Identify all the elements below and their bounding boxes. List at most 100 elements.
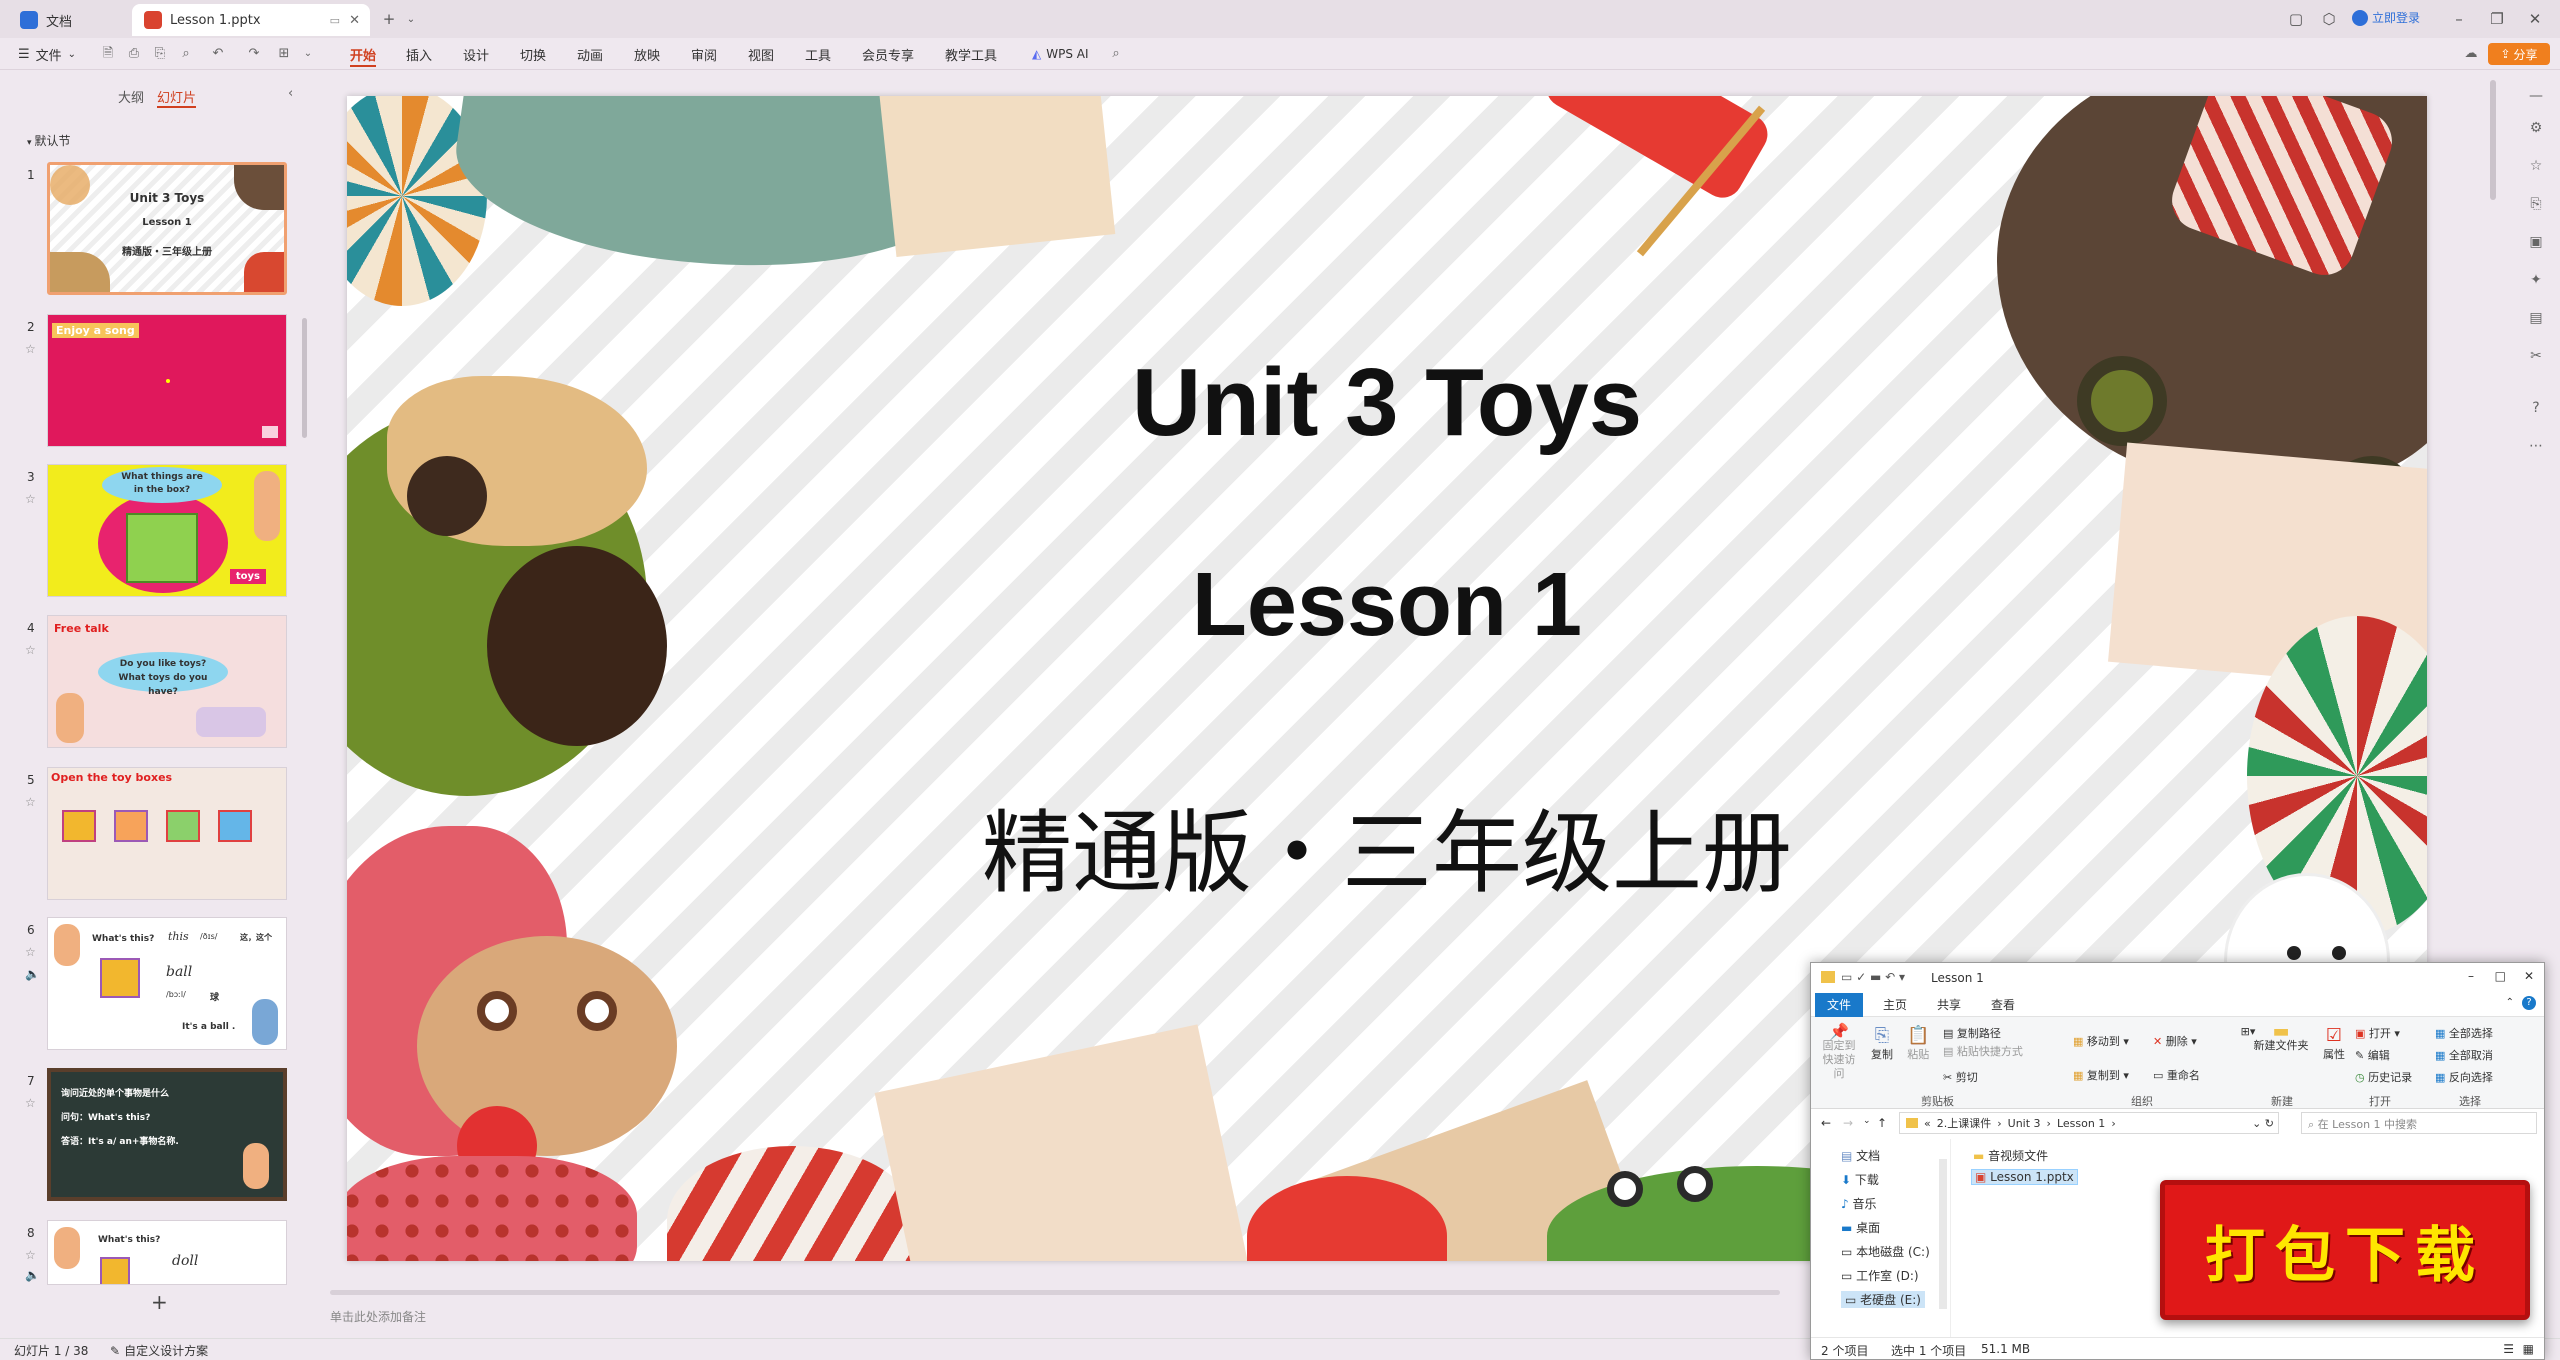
menu-animation[interactable]: 动画	[577, 38, 603, 70]
collapse-panel-icon[interactable]: ‹	[288, 86, 293, 101]
close-window-icon[interactable]: ✕	[2526, 10, 2544, 28]
star-icon[interactable]: ☆	[25, 795, 36, 809]
minimize-icon[interactable]: –	[2468, 969, 2474, 983]
history-button[interactable]: ◷ 历史记录	[2355, 1069, 2412, 1085]
image-icon[interactable]: ▣	[2527, 234, 2545, 252]
star-icon[interactable]: ☆	[2527, 158, 2545, 176]
cut-button[interactable]: ✂ 剪切	[1943, 1069, 1978, 1085]
slide-thumbnail-1[interactable]: Unit 3 Toys Lesson 1 精通版・三年级上册	[47, 162, 287, 295]
slide-thumbnail-2[interactable]: Enjoy a song	[47, 314, 287, 447]
copy-button[interactable]: ⎘ 复制	[1871, 1025, 1893, 1062]
paste-button[interactable]: 📋 粘贴	[1907, 1025, 1929, 1062]
new-folder-button[interactable]: ▬ 新建文件夹	[2251, 1023, 2311, 1053]
slide-thumbnail-6[interactable]: What's this? this /ðɪs/ 这，这个 ball /bɔːl/…	[47, 917, 287, 1050]
ribbon-tab-home[interactable]: 主页	[1871, 993, 1919, 1017]
restore-icon[interactable]: ❐	[2488, 10, 2506, 28]
tab-slides[interactable]: 幻灯片	[157, 87, 197, 108]
slide-caption[interactable]: 精通版・三年级上册	[347, 780, 2427, 910]
menu-view[interactable]: 视图	[748, 38, 774, 70]
star-icon[interactable]: ☆	[25, 1096, 36, 1110]
recent-chevron-icon[interactable]: ⌄	[1863, 1116, 1871, 1126]
nav-downloads[interactable]: ⬇ 下载	[1841, 1171, 1879, 1188]
slide-thumbnail-8[interactable]: What's this? doll	[47, 1220, 287, 1285]
slide-thumbnail-5[interactable]: Open the toy boxes	[47, 767, 287, 900]
nav-music[interactable]: ♪ 音乐	[1841, 1195, 1877, 1212]
audio-icon[interactable]: 🔈	[25, 1268, 40, 1282]
delete-button[interactable]: ✕ 删除 ▾	[2153, 1033, 2197, 1049]
properties-button[interactable]: ☑ 属性	[2323, 1025, 2345, 1062]
slide-title[interactable]: Unit 3 Toys	[347, 348, 2427, 458]
back-icon[interactable]: ←	[1821, 1116, 1831, 1130]
slide-thumbnail-4[interactable]: Free talk Do you like toys? What toys do…	[47, 615, 287, 748]
file-menu[interactable]: ☰ 文件 ⌄	[18, 38, 76, 70]
monitor-icon[interactable]: ▭	[330, 14, 340, 27]
window-switch-icon[interactable]: ▢	[2287, 10, 2305, 28]
menu-teaching-tools[interactable]: 教学工具	[945, 38, 997, 70]
slide-subtitle[interactable]: Lesson 1	[347, 554, 2427, 657]
nav-drive-c[interactable]: ▭ 本地磁盘 (C:)	[1841, 1243, 1930, 1260]
copy-path-button[interactable]: ▤ 复制路径	[1943, 1025, 2001, 1041]
tiles-view-icon[interactable]: ▦	[2523, 1342, 2534, 1356]
more-icon[interactable]: ⋯	[2527, 438, 2545, 456]
star-icon[interactable]: ☆	[25, 342, 36, 356]
breadcrumb-item[interactable]: Unit 3	[2008, 1117, 2041, 1130]
star-icon[interactable]: ☆	[25, 1248, 36, 1262]
slide-thumbnail-3[interactable]: What things are in the box? toys	[47, 464, 287, 597]
redo-icon[interactable]: ↷	[246, 46, 262, 62]
menu-design[interactable]: 设计	[463, 38, 489, 70]
slide-thumbnail-7[interactable]: 询问近处的单个事物是什么 问句：What's this? 答语：It's a/ …	[47, 1068, 287, 1201]
move-to-button[interactable]: ▦ 移动到 ▾	[2073, 1033, 2129, 1049]
edit-button[interactable]: ✎ 编辑	[2355, 1047, 2390, 1063]
file-item-folder[interactable]: ▬ 音视频文件	[1973, 1147, 2048, 1164]
rename-button[interactable]: ▭ 重命名	[2153, 1067, 2200, 1083]
share-button[interactable]: ⇪ 分享	[2488, 43, 2550, 65]
horizontal-scrollbar[interactable]	[330, 1290, 1780, 1295]
close-tab-icon[interactable]: ✕	[349, 13, 360, 28]
nav-desktop[interactable]: ▬ 桌面	[1841, 1219, 1880, 1236]
minimize-icon[interactable]: –	[2450, 10, 2468, 28]
paste-shortcut-button[interactable]: ▤ 粘贴快捷方式	[1943, 1043, 2023, 1059]
nav-scrollbar[interactable]	[1939, 1159, 1947, 1309]
tab-outline[interactable]: 大纲	[118, 87, 144, 106]
menu-transition[interactable]: 切换	[520, 38, 546, 70]
login-button[interactable]: 立即登录	[2352, 9, 2420, 26]
menu-member[interactable]: 会员专享	[862, 38, 914, 70]
save-icon[interactable]: 🗎	[100, 46, 116, 62]
cube-icon[interactable]: ⬡	[2320, 10, 2338, 28]
menu-home[interactable]: 开始	[350, 38, 377, 70]
tab-lesson-pptx[interactable]: Lesson 1.pptx ▭ ✕	[132, 4, 370, 36]
tools-icon[interactable]: ✂	[2527, 348, 2545, 366]
tab-docs[interactable]: 文档	[8, 4, 130, 36]
close-icon[interactable]: ✕	[2524, 969, 2534, 983]
nav-drive-d[interactable]: ▭ 工作室 (D:)	[1841, 1267, 1919, 1284]
breadcrumb-item[interactable]: Lesson 1	[2057, 1117, 2105, 1130]
export-icon[interactable]: ⎙	[126, 46, 142, 62]
ribbon-tab-file[interactable]: 文件	[1815, 993, 1864, 1017]
copy-icon[interactable]: ⎘	[2527, 196, 2545, 214]
breadcrumb-item[interactable]: 2.上课课件	[1937, 1115, 1992, 1131]
ribbon-collapse-icon[interactable]: ⌃	[2506, 997, 2514, 1008]
ribbon-tab-share[interactable]: 共享	[1925, 993, 1973, 1017]
notes-placeholder[interactable]: 单击此处添加备注	[330, 1308, 426, 1325]
star-icon[interactable]: ☆	[25, 945, 36, 959]
pin-quick-access-button[interactable]: 📌 固定到快速访问	[1819, 1024, 1859, 1081]
quick-access-icons[interactable]: ▭ ✓ ▬ ↶ ▾	[1841, 970, 1905, 984]
new-tab-icon[interactable]: +	[380, 10, 398, 28]
help-icon[interactable]: ?	[2527, 400, 2545, 418]
select-none-button[interactable]: ▦ 全部取消	[2435, 1047, 2493, 1063]
chevron-down-icon[interactable]: ⌄	[402, 10, 420, 28]
menu-slideshow[interactable]: 放映	[634, 38, 660, 70]
star-icon[interactable]: ☆	[25, 643, 36, 657]
magic-icon[interactable]: ✦	[2527, 272, 2545, 290]
design-scheme-button[interactable]: ✎ 自定义设计方案	[110, 1342, 208, 1359]
details-view-icon[interactable]: ☰	[2503, 1342, 2514, 1356]
preview-icon[interactable]: ⌕	[178, 46, 194, 62]
search-box[interactable]: ⌕ 在 Lesson 1 中搜索	[2301, 1112, 2537, 1134]
select-all-button[interactable]: ▦ 全部选择	[2435, 1025, 2493, 1041]
nav-drive-e[interactable]: ▭ 老硬盘 (E:)	[1841, 1291, 1925, 1308]
undo-icon[interactable]: ↶	[210, 46, 226, 62]
invert-selection-button[interactable]: ▦ 反向选择	[2435, 1069, 2493, 1085]
section-header[interactable]: ▾ 默认节	[27, 132, 71, 149]
add-slide-icon[interactable]: +	[151, 1290, 168, 1314]
file-item-pptx[interactable]: ▣ Lesson 1.pptx	[1971, 1169, 2078, 1185]
